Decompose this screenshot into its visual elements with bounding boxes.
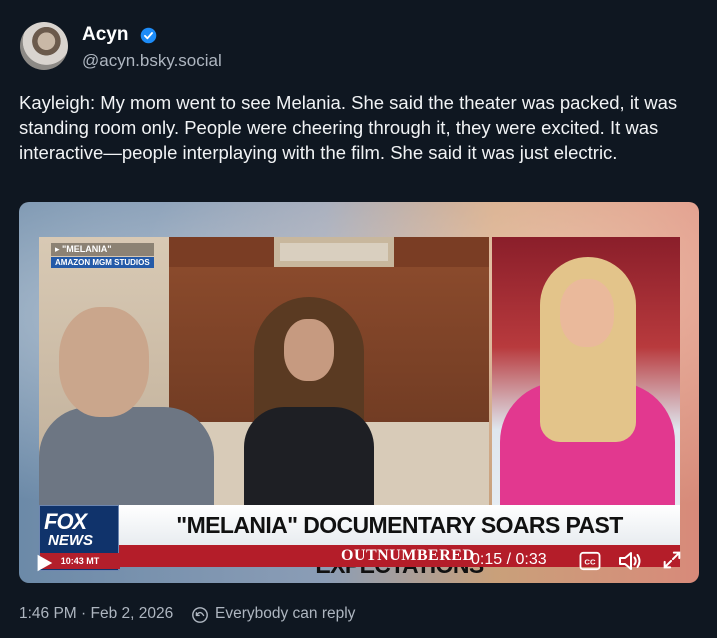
reply-setting-icon <box>192 607 208 623</box>
documentary-clip-panel: ▸ "MELANIA" AMAZON MGM STUDIOS <box>39 237 489 512</box>
cc-icon[interactable]: CC <box>579 551 601 571</box>
svg-text:CC: CC <box>584 558 596 567</box>
volume-icon[interactable] <box>617 549 643 573</box>
anchor-figure <box>560 279 614 347</box>
video-time-display: 0:15 / 0:33 <box>471 551 547 568</box>
fullscreen-icon[interactable] <box>661 549 683 571</box>
melania-figure <box>244 297 374 512</box>
author-avatar[interactable] <box>20 22 68 70</box>
documentary-studio-tag: AMAZON MGM STUDIOS <box>51 257 154 268</box>
documentary-tag: ▸ "MELANIA" AMAZON MGM STUDIOS <box>51 243 154 268</box>
man-figure <box>39 307 214 512</box>
news-headline: "MELANIA" DOCUMENTARY SOARS PAST EXPECTA… <box>119 505 680 578</box>
post-text: Kayleigh: My mom went to see Melania. Sh… <box>19 92 678 163</box>
video-controls: 0:15 / 0:33 CC <box>19 542 699 583</box>
documentary-title-tag: ▸ "MELANIA" <box>51 243 154 256</box>
play-icon[interactable] <box>33 552 55 574</box>
reply-setting[interactable]: Everybody can reply <box>215 605 355 623</box>
author-display-name[interactable]: Acyn <box>82 24 128 46</box>
post-timestamp[interactable]: 1:46 PM · Feb 2, 2026 <box>19 605 173 623</box>
verified-badge-icon <box>140 27 157 44</box>
post-card: Acyn @acyn.bsky.social Kayleigh: My mom … <box>0 0 717 638</box>
author-handle[interactable]: @acyn.bsky.social <box>82 51 222 71</box>
anchor-panel <box>492 237 680 512</box>
video-player[interactable]: ▸ "MELANIA" AMAZON MGM STUDIOS "MELANIA"… <box>19 202 699 583</box>
